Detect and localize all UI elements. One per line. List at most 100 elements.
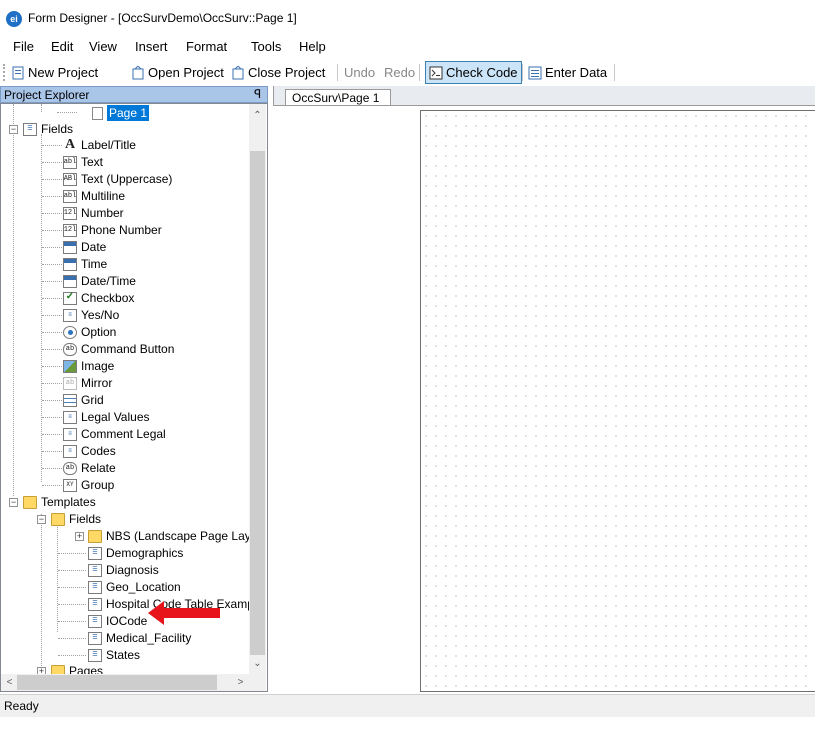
tree-item-templates[interactable]: Templates: [23, 494, 96, 510]
tree-item-group[interactable]: XY Group: [63, 477, 114, 493]
tree-item-codes[interactable]: ≡ Codes: [63, 443, 116, 459]
command-button-icon: ab: [63, 342, 77, 356]
horizontal-scroll-thumb[interactable]: [17, 675, 217, 690]
project-explorer-header: Project Explorer ꟼ: [0, 86, 268, 103]
tree-item-relate[interactable]: ab Relate: [63, 460, 116, 476]
tree-item-yes-no[interactable]: ≡ Yes/No: [63, 307, 119, 323]
tree-guide: [41, 134, 42, 482]
tree-item-time[interactable]: Time: [63, 256, 107, 272]
tree-guide: [42, 162, 62, 163]
tree-item-label: IOCode: [106, 614, 148, 628]
form-canvas[interactable]: [420, 110, 815, 692]
tree-item-text[interactable]: abl Text: [63, 154, 103, 170]
tree-guide: [58, 621, 86, 622]
tree-item-image[interactable]: Image: [63, 358, 114, 374]
collapse-icon[interactable]: −: [37, 515, 46, 524]
tree-item-label: Text: [81, 155, 104, 169]
redo-button[interactable]: Redo: [384, 62, 415, 83]
tree-guide: [42, 298, 62, 299]
scroll-up-icon[interactable]: ⌃: [249, 107, 266, 124]
tree-item-text-uppercase[interactable]: ABl Text (Uppercase): [63, 171, 172, 187]
tree-item-label: Text (Uppercase): [81, 172, 173, 186]
tab-occsurv-page-1[interactable]: OccSurv\Page 1: [285, 89, 391, 105]
tree-item-medical-facility[interactable]: ☰ Medical_Facility: [88, 630, 191, 646]
tree-guide: [58, 553, 86, 554]
tree-guide: [42, 247, 62, 248]
open-project-icon: [131, 64, 145, 80]
tree-guide: [42, 145, 62, 146]
tree-item-label: Page 1: [107, 105, 150, 121]
toolbar-grip[interactable]: [3, 64, 8, 81]
expand-icon[interactable]: +: [75, 532, 84, 541]
tree-item-label: Time: [81, 257, 108, 271]
tree-item-date-time[interactable]: Date/Time: [63, 273, 136, 289]
tree-item-label-title[interactable]: A Label/Title: [63, 137, 136, 153]
tree-guide: [42, 434, 62, 435]
tree-item-comment-legal[interactable]: ≡ Comment Legal: [63, 426, 166, 442]
scroll-down-icon[interactable]: ⌄: [249, 655, 266, 672]
menu-insert[interactable]: Insert: [135, 39, 168, 54]
close-project-button[interactable]: Close Project: [231, 62, 325, 83]
tree-item-label: Fields: [41, 122, 74, 136]
tree-item-command-button[interactable]: ab Command Button: [63, 341, 174, 357]
tree-item-label: Checkbox: [81, 291, 135, 305]
tree-item-demographics[interactable]: ☰ Demographics: [88, 545, 183, 561]
collapse-icon[interactable]: −: [9, 125, 18, 134]
tree-item-mirror[interactable]: ab Mirror: [63, 375, 112, 391]
tree-guide: [42, 230, 62, 231]
tree-item-multiline[interactable]: abl Multiline: [63, 188, 125, 204]
undo-button[interactable]: Undo: [344, 62, 375, 83]
template-icon: ☰: [88, 546, 102, 560]
menu-view[interactable]: View: [89, 39, 117, 54]
tree-item-label: Diagnosis: [106, 563, 159, 577]
toolbar: New Project Open Project Close Project U…: [0, 60, 815, 85]
check-code-button[interactable]: Check Code: [425, 61, 522, 84]
tree-item-geo-location[interactable]: ☰ Geo_Location: [88, 579, 181, 595]
tree-item-states[interactable]: ☰ States: [88, 647, 140, 663]
tree-item-templates-fields[interactable]: Fields: [51, 511, 101, 527]
collapse-icon[interactable]: −: [9, 498, 18, 507]
tree-item-page-1[interactable]: Page 1: [92, 105, 150, 121]
tree-item-iocode[interactable]: ☰ IOCode: [88, 613, 147, 629]
open-project-button[interactable]: Open Project: [131, 62, 224, 83]
new-project-button[interactable]: New Project: [11, 62, 98, 83]
pin-icon[interactable]: ꟼ: [254, 87, 261, 101]
tree-item-label: Multiline: [81, 189, 126, 203]
tree-item-diagnosis[interactable]: ☰ Diagnosis: [88, 562, 159, 578]
menu-help[interactable]: Help: [299, 39, 326, 54]
tree-guide: [58, 655, 86, 656]
tree-guide: [57, 112, 77, 113]
tree-item-nbs-template[interactable]: NBS (Landscape Page Layc: [88, 528, 257, 544]
tree-guide: [42, 196, 62, 197]
toolbar-separator: [614, 64, 615, 81]
menu-tools[interactable]: Tools: [251, 39, 281, 54]
toolbar-separator: [337, 64, 338, 81]
menu-file[interactable]: File: [13, 39, 34, 54]
tree-item-checkbox[interactable]: ✓ Checkbox: [63, 290, 134, 306]
dropdown-list-icon: ≡: [63, 410, 77, 424]
tree-item-label: Demographics: [106, 546, 184, 560]
tree-item-number[interactable]: 12l Number: [63, 205, 124, 221]
tree-item-date[interactable]: Date: [63, 239, 106, 255]
tree-item-legal-values[interactable]: ≡ Legal Values: [63, 409, 150, 425]
vertical-scroll-thumb[interactable]: [250, 151, 265, 655]
tree-item-grid[interactable]: Grid: [63, 392, 104, 408]
tree-guide: [58, 638, 86, 639]
tree-item-label: Command Button: [81, 342, 175, 356]
project-explorer-tree: Page 1 − ☰ Fields A Label/Title abl Text A…: [0, 103, 268, 692]
title-bar: ei Form Designer - [OccSurvDemo\OccSurv:…: [0, 0, 815, 32]
label-icon: A: [63, 137, 77, 152]
window-title: Form Designer - [OccSurvDemo\OccSurv::Pa…: [28, 11, 297, 25]
menu-format[interactable]: Format: [186, 39, 227, 54]
tree-item-label: Grid: [81, 393, 104, 407]
scroll-right-icon[interactable]: >: [232, 674, 249, 691]
tree-item-option[interactable]: Option: [63, 324, 116, 340]
enter-data-button[interactable]: Enter Data: [528, 62, 607, 83]
enter-data-icon: [528, 66, 542, 80]
menu-edit[interactable]: Edit: [51, 39, 73, 54]
scrollbar-corner: [249, 674, 266, 691]
tree-item-phone-number[interactable]: 12l Phone Number: [63, 222, 162, 238]
scroll-left-icon[interactable]: <: [1, 674, 18, 691]
template-icon: ☰: [88, 648, 102, 662]
tree-item-fields[interactable]: ☰ Fields: [23, 121, 73, 137]
